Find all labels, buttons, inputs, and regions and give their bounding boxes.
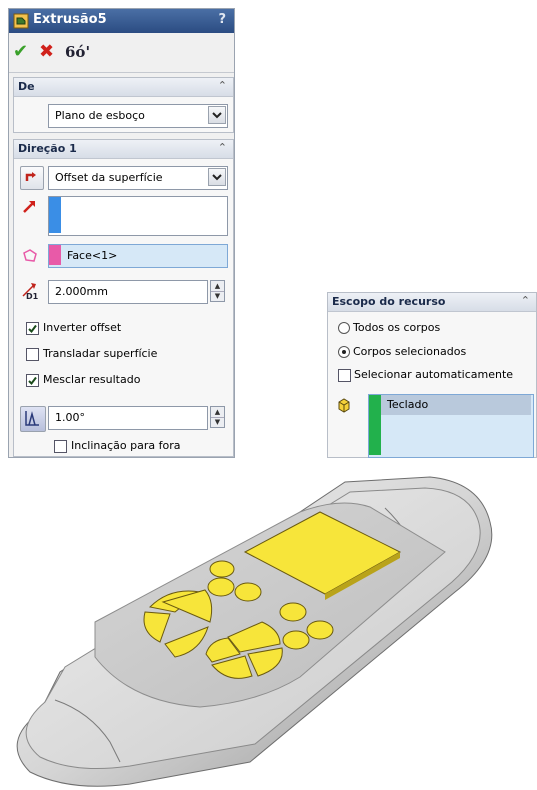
selected-bodies-label: Corpos selecionados bbox=[353, 345, 467, 358]
bodies-list[interactable]: Teclado bbox=[368, 394, 534, 458]
direction1-group-title: Direção 1 bbox=[18, 142, 77, 155]
key-round bbox=[234, 582, 262, 602]
direction1-group: Direção 1 ⌃ Offset da superfície Face<1>… bbox=[13, 139, 234, 457]
end-condition-value: Offset da superfície bbox=[55, 171, 163, 184]
collapse-chevron-icon[interactable]: ⌃ bbox=[218, 79, 227, 92]
draft-toggle-button[interactable] bbox=[20, 406, 46, 432]
cancel-button[interactable]: ✖ bbox=[39, 43, 54, 61]
offset-distance-value: 2.000mm bbox=[55, 285, 108, 298]
direction-arrow-icon bbox=[23, 201, 35, 213]
preview-button[interactable]: 6ó' bbox=[65, 43, 90, 61]
from-group: De ⌃ Plano de esboço bbox=[13, 77, 234, 133]
offset-distance-input[interactable]: 2.000mm bbox=[48, 280, 208, 304]
draft-angle-value: 1.00° bbox=[55, 411, 85, 424]
feature-scope-header[interactable]: Escopo do recurso ⌃ bbox=[328, 293, 536, 312]
direction-vector-box[interactable] bbox=[48, 196, 228, 236]
direction1-group-header[interactable]: Direção 1 ⌃ bbox=[14, 140, 233, 159]
draft-angle-icon bbox=[25, 411, 39, 426]
auto-select-label: Selecionar automaticamente bbox=[354, 368, 514, 381]
key-round bbox=[306, 620, 334, 640]
collapse-chevron-icon[interactable]: ⌃ bbox=[218, 141, 227, 154]
face-selection-box[interactable]: Face<1> bbox=[48, 244, 228, 268]
offset-distance-spinner[interactable]: ▲ ▼ bbox=[210, 280, 225, 302]
svg-text:D1: D1 bbox=[26, 292, 39, 300]
merge-result-checkbox[interactable] bbox=[26, 374, 39, 387]
ok-button[interactable]: ✔ bbox=[13, 43, 28, 61]
list-item[interactable]: Teclado bbox=[381, 395, 531, 415]
draft-angle-spinner[interactable]: ▲ ▼ bbox=[210, 406, 225, 428]
face-selection-icon bbox=[23, 249, 37, 262]
body-item-label: Teclado bbox=[387, 398, 429, 411]
face-selection-value: Face<1> bbox=[67, 249, 118, 262]
body-color-swatch bbox=[369, 395, 381, 455]
help-icon[interactable]: ? bbox=[218, 12, 226, 27]
offset-distance-icon: D1 bbox=[22, 283, 39, 300]
draft-angle-input[interactable]: 1.00° bbox=[48, 406, 208, 430]
spin-down-icon[interactable]: ▼ bbox=[211, 417, 224, 427]
dropdown-arrow-icon[interactable] bbox=[208, 168, 226, 186]
reverse-offset-label: Inverter offset bbox=[43, 321, 122, 334]
reverse-direction-button[interactable] bbox=[20, 166, 44, 190]
draft-outward-checkbox[interactable] bbox=[54, 440, 67, 453]
action-toolbar: ✔ ✖ 6ó' bbox=[9, 35, 234, 73]
from-group-title: De bbox=[18, 80, 35, 93]
key-round bbox=[209, 560, 235, 578]
key-round bbox=[207, 577, 235, 597]
translate-surface-checkbox[interactable] bbox=[26, 348, 39, 361]
feature-scope-title: Escopo do recurso bbox=[332, 295, 446, 308]
reverse-offset-checkbox[interactable] bbox=[26, 322, 39, 335]
remote-control-3d-model bbox=[16, 476, 493, 787]
all-bodies-radio[interactable] bbox=[338, 322, 350, 334]
translate-surface-label: Transladar superfície bbox=[43, 347, 158, 360]
extrude-feature-icon bbox=[13, 13, 29, 29]
property-manager: Extrusão5 ? ✔ ✖ 6ó' De ⌃ Plano de esboço… bbox=[8, 8, 235, 458]
from-select[interactable]: Plano de esboço bbox=[48, 104, 228, 128]
direction-color-swatch bbox=[49, 197, 61, 233]
all-bodies-label: Todos os corpos bbox=[353, 321, 441, 334]
from-select-value: Plano de esboço bbox=[55, 109, 145, 122]
reverse-direction-icon bbox=[25, 172, 36, 181]
collapse-chevron-icon[interactable]: ⌃ bbox=[521, 294, 530, 307]
draft-outward-label: Inclinação para fora bbox=[71, 439, 181, 452]
title-bar: Extrusão5 ? bbox=[9, 9, 234, 33]
spin-down-icon[interactable]: ▼ bbox=[211, 291, 224, 301]
feature-scope-group: Escopo do recurso ⌃ Todos os corpos Corp… bbox=[327, 292, 537, 458]
end-condition-select[interactable]: Offset da superfície bbox=[48, 166, 228, 190]
face-color-swatch bbox=[49, 245, 61, 265]
key-round bbox=[282, 630, 310, 650]
from-group-header[interactable]: De ⌃ bbox=[14, 78, 233, 97]
solid-body-icon bbox=[338, 398, 350, 413]
auto-select-checkbox[interactable] bbox=[338, 369, 351, 382]
merge-result-label: Mesclar resultado bbox=[43, 373, 141, 386]
feature-title: Extrusão5 bbox=[33, 12, 107, 27]
key-round bbox=[279, 602, 307, 622]
selected-bodies-radio[interactable] bbox=[338, 346, 350, 358]
dropdown-arrow-icon[interactable] bbox=[208, 106, 226, 124]
